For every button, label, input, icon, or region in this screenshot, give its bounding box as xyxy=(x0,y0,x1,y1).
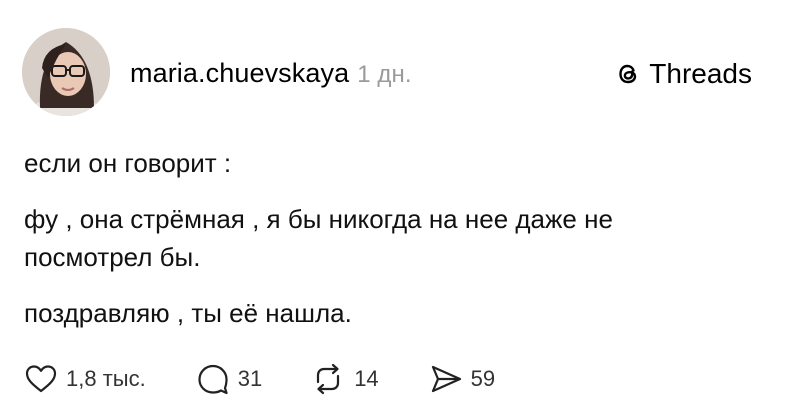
repost-button[interactable]: 14 xyxy=(310,362,379,396)
threads-logo-icon xyxy=(619,64,637,84)
post-text-line: поздравляю , ты её нашла. xyxy=(24,298,352,328)
repost-arrows-icon xyxy=(317,363,340,395)
post-header: maria.chuevskaya 1 дн. Threads xyxy=(22,28,782,118)
post-body: если он говорит : фу , она стрёмная , я … xyxy=(24,144,764,332)
like-button[interactable]: 1,8 тыс. xyxy=(24,363,146,395)
post-text-line: фу , она стрёмная , я бы никогда на нее … xyxy=(24,204,613,272)
share-count: 59 xyxy=(470,366,496,391)
post-text-line: если он говорит : xyxy=(24,148,232,178)
share-button[interactable]: 59 xyxy=(429,363,495,395)
threads-brand: Threads xyxy=(613,58,752,90)
brand-name: Threads xyxy=(649,58,752,89)
avatar[interactable] xyxy=(22,28,110,116)
avatar-image xyxy=(22,28,110,116)
heart-icon xyxy=(25,365,57,393)
repost-count: 14 xyxy=(354,366,379,391)
username-line: maria.chuevskaya 1 дн. xyxy=(130,58,412,89)
reply-count: 31 xyxy=(237,366,263,391)
post-time: 1 дн. xyxy=(357,61,412,88)
like-count: 1,8 тыс. xyxy=(66,366,146,391)
action-bar: 1,8 тыс. 31 14 59 xyxy=(24,362,495,396)
username[interactable]: maria.chuevskaya xyxy=(130,58,349,88)
comment-bubble-icon xyxy=(198,364,228,395)
reply-button[interactable]: 31 xyxy=(196,362,262,396)
send-icon xyxy=(431,365,461,393)
